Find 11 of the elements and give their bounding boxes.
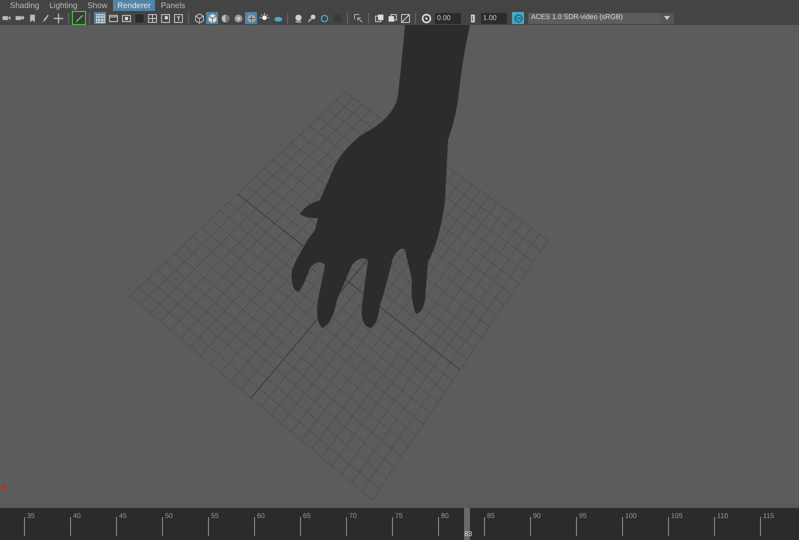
menu-item[interactable]: Panels xyxy=(156,0,190,11)
wireframe-cube-icon[interactable] xyxy=(193,12,205,24)
move-icon[interactable] xyxy=(52,12,64,24)
panel-layout-icon[interactable] xyxy=(373,12,385,24)
menu-item[interactable]: Show xyxy=(83,0,112,11)
menu-item[interactable]: Lighting xyxy=(45,0,82,11)
menu-item[interactable]: Shading xyxy=(6,0,44,11)
shaded-cube-icon[interactable] xyxy=(206,12,218,24)
menu-item[interactable]: Renderer xyxy=(113,0,155,11)
current-frame-marker[interactable] xyxy=(464,508,470,540)
panel-layout-icon[interactable] xyxy=(386,12,398,24)
